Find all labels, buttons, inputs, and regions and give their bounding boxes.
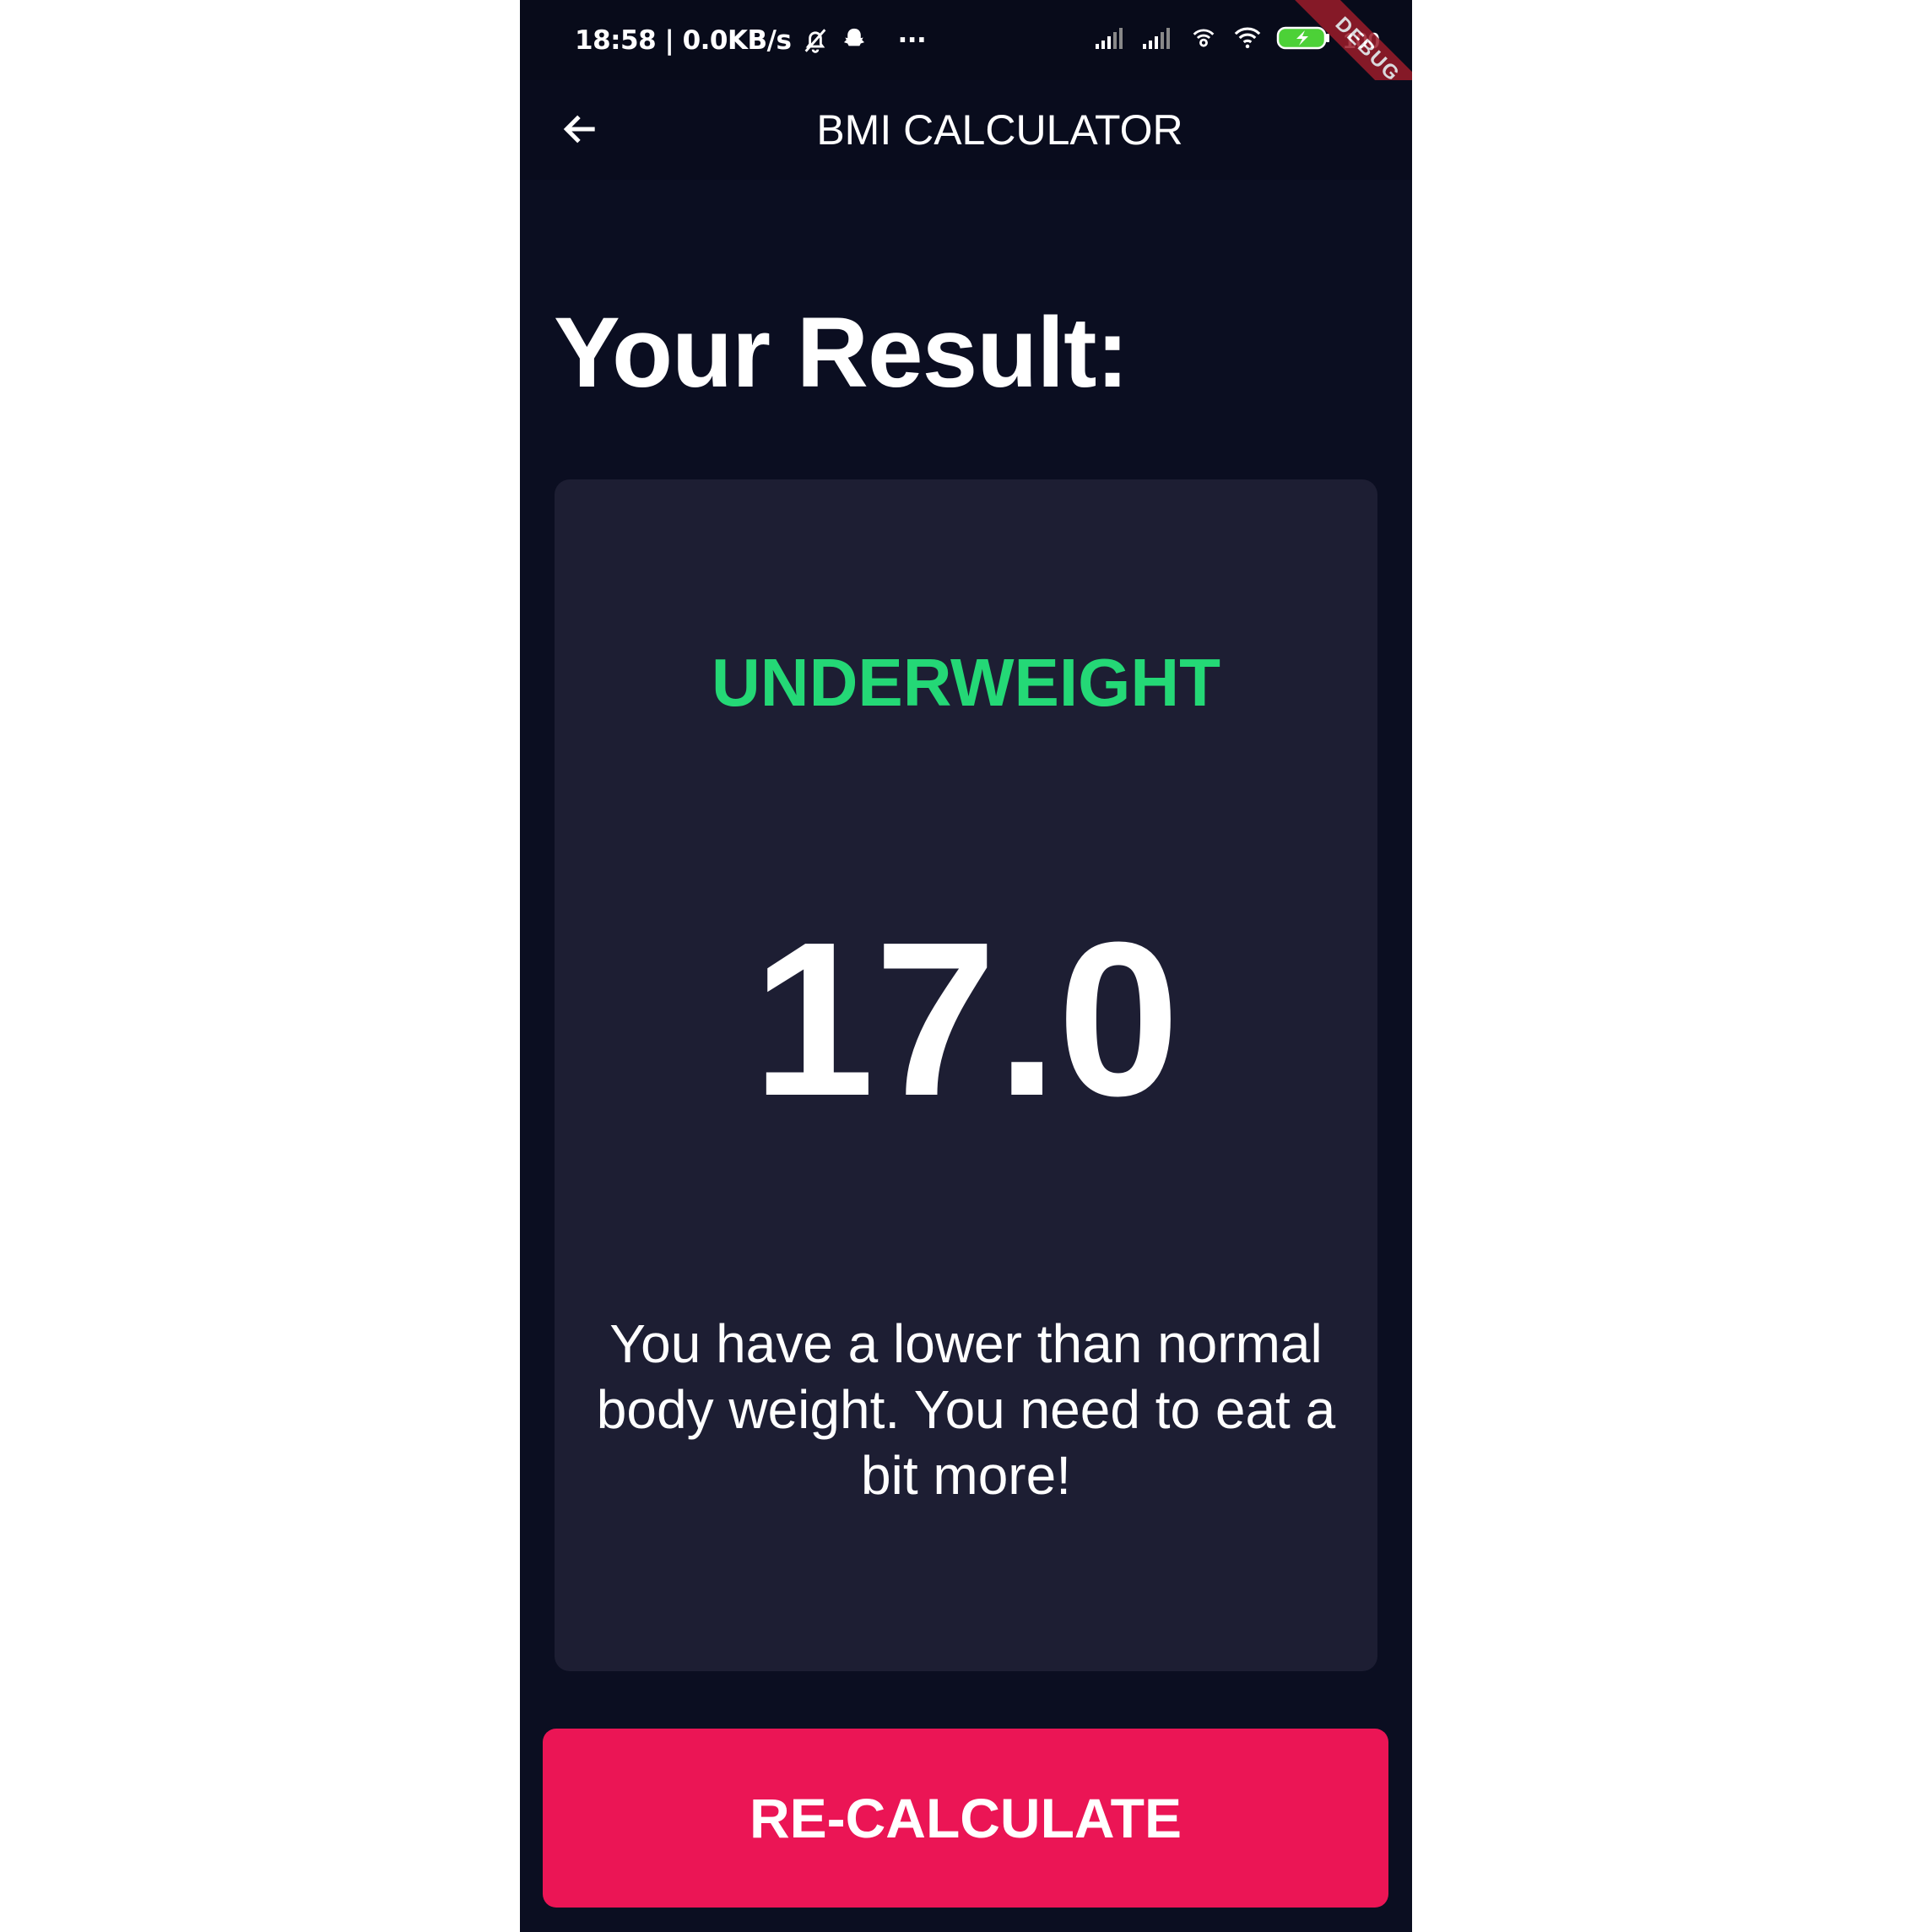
status-left: 18:58 | 0.0KB/s ···: [575, 22, 927, 59]
recalculate-button[interactable]: RE-CALCULATE: [543, 1729, 1388, 1908]
hotspot-icon: [1188, 24, 1219, 58]
bmi-interpretation: You have a lower than normal body weight…: [596, 1313, 1336, 1506]
mute-bell-icon: [801, 26, 830, 55]
app-title: BMI CALCULATOR: [816, 106, 1183, 154]
more-dots: ···: [897, 25, 927, 56]
snapchat-ghost-icon: [840, 26, 869, 55]
result-card: UNDERWEIGHT 17.0 You have a lower than n…: [555, 479, 1377, 1671]
recalculate-label: RE-CALCULATE: [749, 1787, 1182, 1849]
status-time-speed: 18:58 | 0.0KB/s: [575, 25, 792, 56]
page-title: Your Result:: [554, 297, 1129, 409]
phone-screen: 18:58 | 0.0KB/s ··· DEBUG BMI CALCULATOR…: [520, 0, 1412, 1932]
signal-icon: [1141, 25, 1177, 57]
app-bar: BMI CALCULATOR: [520, 80, 1412, 180]
bmi-category: UNDERWEIGHT: [712, 645, 1220, 720]
status-bar: 18:58 | 0.0KB/s ··· DEBUG: [520, 0, 1412, 130]
wifi-icon: [1231, 24, 1264, 58]
bmi-value: 17.0: [752, 897, 1180, 1142]
signal-icon: [1094, 25, 1129, 57]
